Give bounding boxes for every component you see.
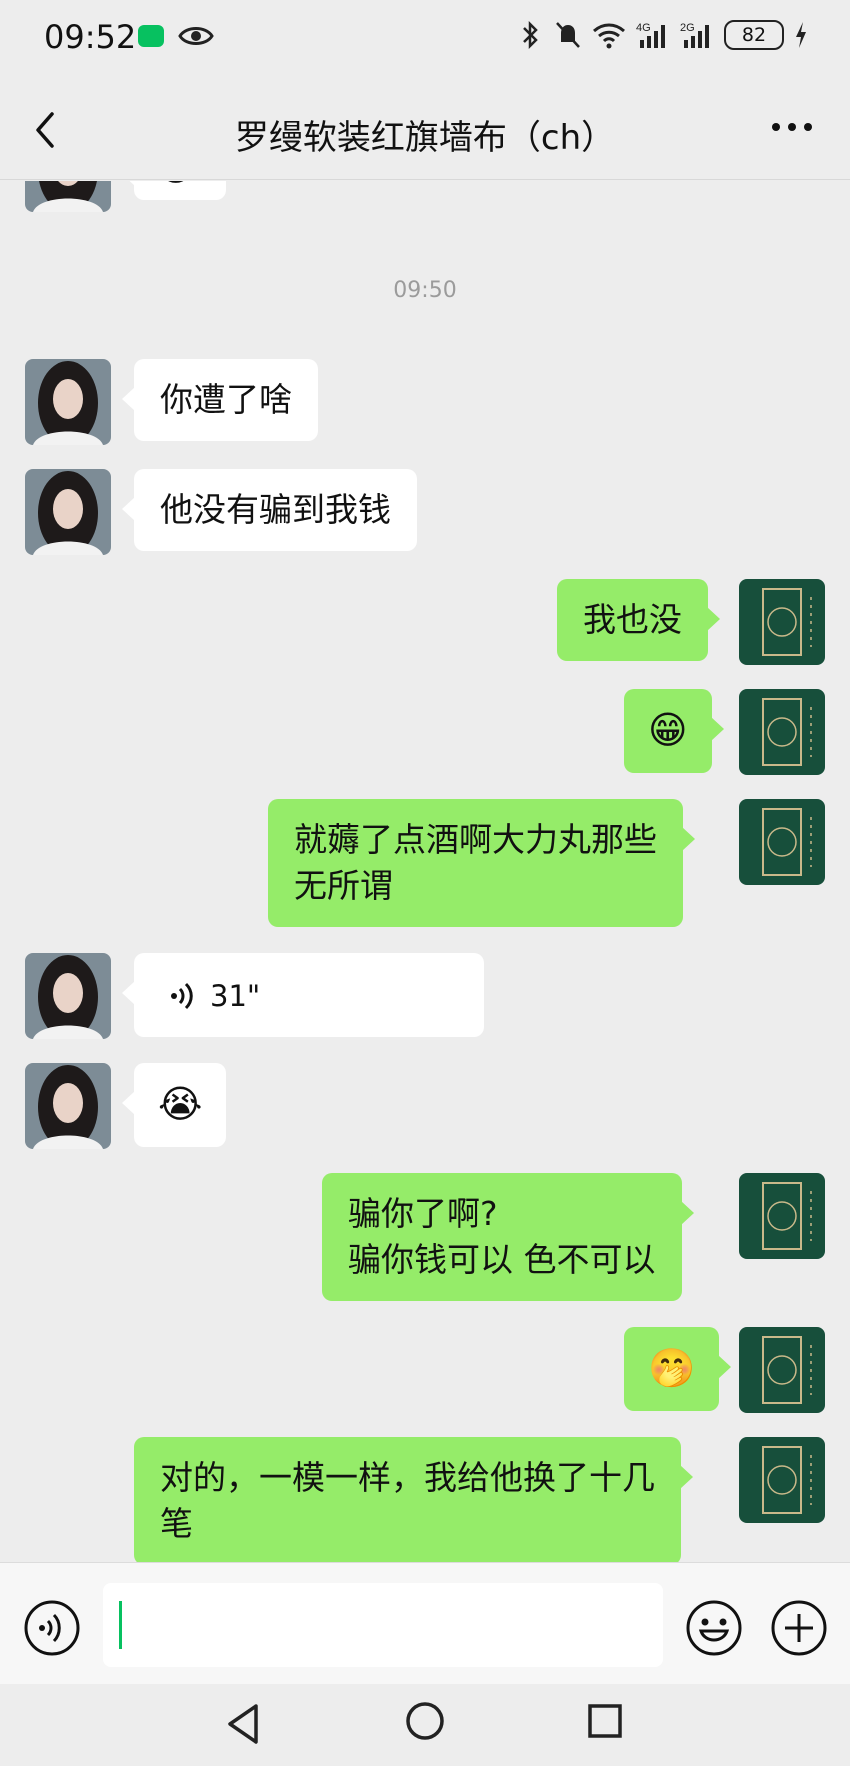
my-avatar[interactable] [739,1437,825,1523]
wifi-icon [593,23,625,49]
my-avatar[interactable] [739,799,825,885]
status-bar: 09:52 4G 2G 82 [0,0,850,80]
contact-avatar[interactable] [25,1063,111,1149]
message-bubble-incoming[interactable]: 😭 [121,1063,227,1147]
message-bubble-outgoing[interactable]: 🤭 [624,1327,732,1411]
message-text: 你遭了啥 [160,380,292,419]
emoji-crying: 😭 [158,1082,203,1126]
message-bubble-outgoing[interactable]: 我也没 [557,579,720,661]
message-text-line: 骗你钱可以 色不可以 [348,1240,656,1279]
charging-icon [796,22,806,48]
chat-message-list[interactable]: 😁 09:50 你遭了啥 他没有骗到我钱 我也没 [0,181,850,1562]
message-text: 我也没 [583,600,682,639]
message-text-line: 笔 [160,1504,193,1543]
svg-text:2G: 2G [680,22,695,34]
contact-avatar[interactable] [25,181,111,212]
nav-recent-icon[interactable] [586,1702,624,1740]
plus-icon[interactable] [770,1599,828,1657]
status-right-icons: 4G 2G 82 [516,20,808,50]
voice-duration: 31" [210,979,261,1013]
contact-avatar[interactable] [25,359,111,445]
message-text: 他没有骗到我钱 [160,490,391,529]
emoji-grin: 😁 [648,708,688,752]
message-bubble-incoming[interactable]: 😁 [122,181,226,200]
message-text-line: 对的，一模一样，我给他换了十几 [160,1458,655,1497]
system-navigation-bar [0,1684,850,1766]
bluetooth-icon [523,20,538,50]
4g-signal-icon: 4G [636,22,665,48]
status-left-icons [138,24,214,48]
contact-avatar[interactable] [25,953,111,1039]
my-avatar[interactable] [739,579,825,665]
status-time: 09:52 [44,18,137,56]
my-avatar[interactable] [739,689,825,775]
eye-icon [178,27,214,45]
message-bubble-incoming[interactable]: 你遭了啥 [122,359,318,441]
my-avatar[interactable] [739,1173,825,1259]
2g-signal-icon: 2G [680,22,709,48]
chat-timestamp: 09:50 [393,278,457,303]
message-bubble-incoming[interactable]: 他没有骗到我钱 [122,469,417,551]
message-input-bar [0,1562,850,1684]
message-text-line: 无所谓 [294,866,393,905]
voice-message-bubble[interactable]: 31" [122,953,484,1037]
battery-indicator: 82 [724,20,784,50]
more-dots-icon[interactable] [770,120,814,134]
wechat-icon [138,25,164,47]
message-bubble-outgoing[interactable]: 对的，一模一样，我给他换了十几 笔 [134,1437,693,1562]
contact-avatar[interactable] [25,469,111,555]
message-bubble-outgoing[interactable]: 就薅了点酒啊大力丸那些 无所谓 [268,799,695,927]
message-text-line: 骗你了啊? [348,1194,498,1233]
message-text-line: 就薅了点酒啊大力丸那些 [294,820,657,859]
emoji-grin: 😁 [156,181,196,189]
emoji-hand-over-mouth: 🤭 [648,1346,696,1390]
nav-back-icon[interactable] [224,1702,264,1746]
message-bubble-outgoing[interactable]: 😁 [624,689,724,773]
text-cursor [119,1601,122,1649]
chat-header: 罗缦软装红旗墙布（ch） [0,80,850,180]
my-avatar[interactable] [739,1327,825,1413]
voice-message-content: 31" [170,973,448,1019]
chat-title: 罗缦软装红旗墙布（ch） [234,118,616,158]
svg-text:4G: 4G [636,22,651,34]
nav-home-icon[interactable] [404,1700,446,1742]
mute-bell-icon [556,22,580,48]
message-text-input[interactable] [103,1583,663,1667]
voice-input-icon[interactable] [23,1599,81,1657]
emoji-icon[interactable] [685,1599,743,1657]
voice-wave-icon [171,982,193,1010]
message-bubble-outgoing[interactable]: 骗你了啊? 骗你钱可以 色不可以 [322,1173,693,1301]
